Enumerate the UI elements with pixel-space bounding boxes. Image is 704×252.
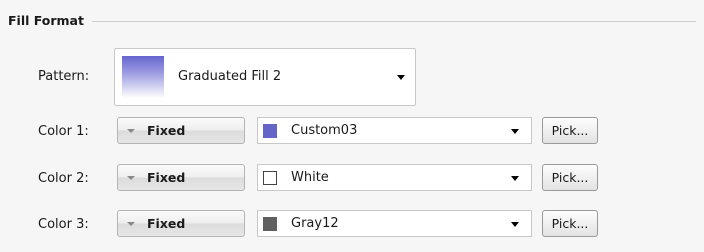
- pattern-swatch: [122, 56, 164, 98]
- group-divider: [8, 21, 696, 22]
- color-2-dropdown[interactable]: White: [257, 164, 532, 191]
- caret-down-icon: [127, 222, 135, 226]
- color-2-mode-label: Fixed: [147, 170, 186, 185]
- color-1-value: Custom03: [291, 123, 358, 138]
- group-title: Fill Format: [8, 13, 92, 28]
- caret-down-icon: [127, 129, 135, 133]
- color-1-mode-label: Fixed: [147, 123, 186, 138]
- color-1-swatch: [263, 124, 277, 138]
- color-1-pick-button[interactable]: Pick...: [542, 117, 598, 144]
- color-1-dropdown[interactable]: Custom03: [257, 117, 532, 144]
- chevron-down-icon: [397, 75, 405, 80]
- color-3-pick-button[interactable]: Pick...: [542, 210, 598, 237]
- color-3-value: Gray12: [291, 216, 339, 231]
- color-1-label: Color 1:: [38, 124, 89, 139]
- color-2-pick-button[interactable]: Pick...: [542, 164, 598, 191]
- color-1-mode-button[interactable]: Fixed: [117, 117, 245, 144]
- color-3-swatch: [263, 217, 277, 231]
- color-2-mode-button[interactable]: Fixed: [117, 164, 245, 191]
- color-2-label: Color 2:: [38, 171, 89, 186]
- chevron-down-icon: [511, 129, 519, 134]
- color-3-mode-button[interactable]: Fixed: [117, 210, 245, 237]
- caret-down-icon: [127, 176, 135, 180]
- chevron-down-icon: [511, 176, 519, 181]
- pattern-dropdown[interactable]: Graduated Fill 2: [114, 48, 416, 106]
- color-3-mode-label: Fixed: [147, 216, 186, 231]
- color-3-label: Color 3:: [38, 217, 89, 232]
- pattern-value: Graduated Fill 2: [178, 69, 282, 84]
- pattern-label: Pattern:: [38, 69, 90, 84]
- chevron-down-icon: [511, 222, 519, 227]
- color-2-swatch: [263, 171, 277, 185]
- color-2-value: White: [291, 170, 329, 185]
- color-3-dropdown[interactable]: Gray12: [257, 210, 532, 237]
